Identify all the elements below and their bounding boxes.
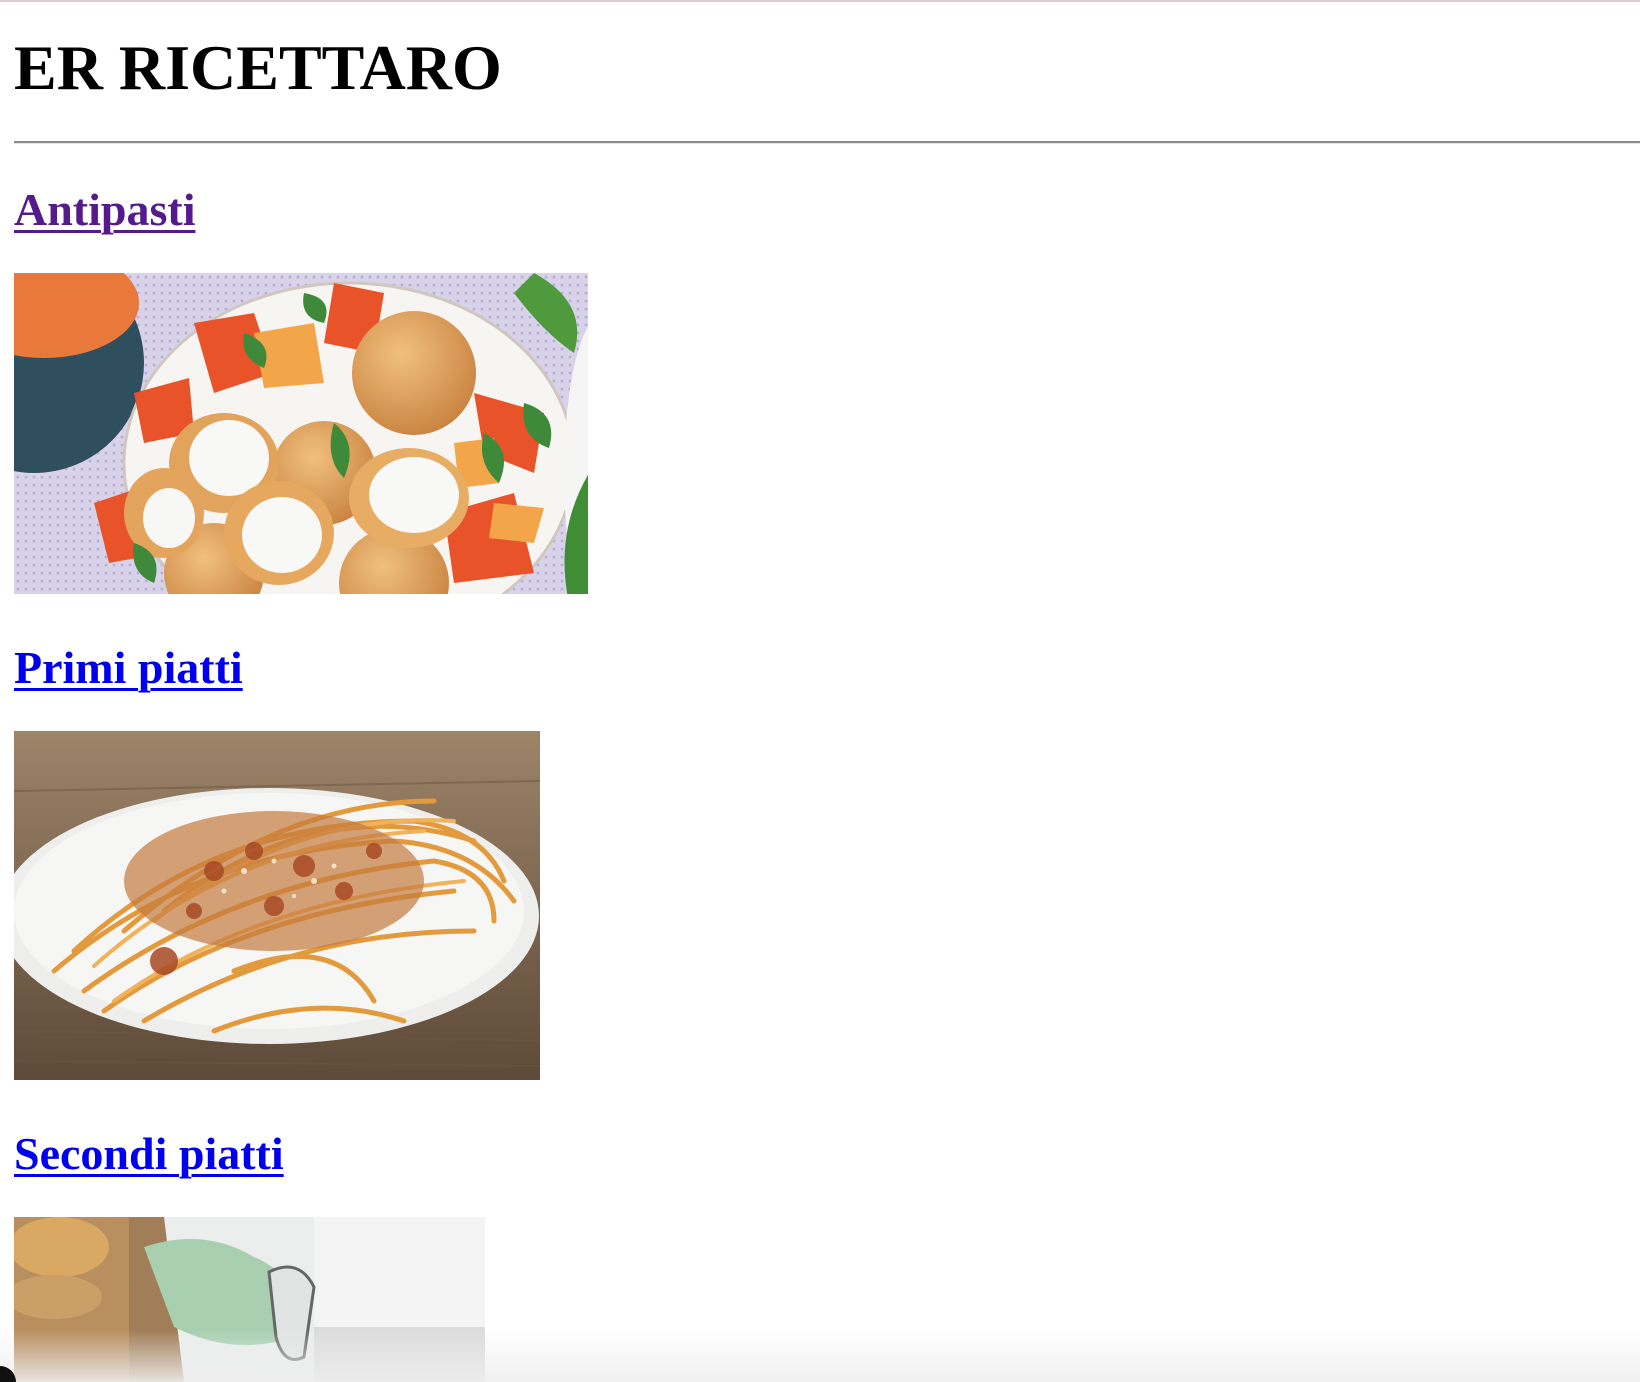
page-title: ER RICETTARO [14,32,502,103]
link-antipasti[interactable]: Antipasti [14,182,195,238]
window-top-edge [0,0,1640,2]
link-primi-piatti[interactable]: Primi piatti [14,640,243,696]
link-secondi-piatti[interactable]: Secondi piatti [14,1126,284,1182]
antipasti-image [14,273,588,594]
secondi-piatti-image [14,1217,485,1382]
primi-piatti-image [14,731,540,1080]
header-divider [14,141,1640,144]
